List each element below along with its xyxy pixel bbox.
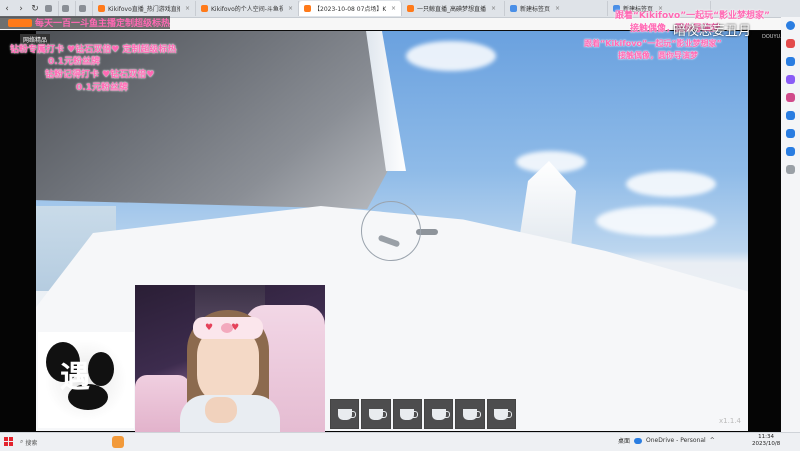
search-icon[interactable] [786,57,795,66]
close-tab-icon[interactable]: × [288,5,293,12]
taskbar-search[interactable]: ⌕ 搜索 [20,436,80,448]
hotbar-slot[interactable] [486,399,516,429]
ink-brush-logo: 遇 [38,332,134,428]
search-icon: ⌕ [20,438,24,445]
hotbar-slot[interactable] [455,399,485,429]
close-tab-icon[interactable]: × [555,5,560,12]
tab-favicon-icon [304,5,311,12]
tab-favicon-icon [62,5,69,12]
brand-text: 每天一百一斗鱼主播定制超级标热 [34,19,170,29]
shopping-icon[interactable] [786,39,795,48]
browser-tab[interactable] [42,1,59,16]
ink-blot [88,352,114,386]
refresh-icon[interactable]: ↻ [28,1,42,16]
onedrive-icon[interactable] [634,437,643,444]
cup-icon [494,408,513,420]
streamer-hand [205,397,237,423]
tab-favicon-icon [98,5,105,12]
logo-text: 遇 [60,360,90,395]
close-tab-icon[interactable]: × [185,5,190,12]
search-label: 搜索 [25,439,38,447]
windows-taskbar: ⌕ 搜索 桌面 OneDrive - Personal ^ 11:34 2023… [0,432,800,451]
overlay-text: 0.1元粉丝牌 [76,83,128,93]
tab-favicon-icon [510,5,517,12]
hotbar-slot[interactable] [392,399,422,429]
tab-favicon-icon [79,5,86,12]
cup-icon [400,408,419,420]
add-icon[interactable] [786,165,795,174]
tab-favicon-icon [45,5,52,12]
up-arrow-icon[interactable]: ^ [710,437,715,444]
inventory-hotbar [330,399,516,430]
close-tab-icon[interactable]: × [391,5,396,12]
overlay-text: 钻粉记得打卡 ♥钻石双倍♥ [45,70,155,80]
hotbar-slot[interactable] [361,399,391,429]
tab-favicon-icon [407,5,414,12]
watermark-text: 暗夜忘妄丑月 [673,24,752,39]
hotbar-slot[interactable] [330,399,360,429]
profile-icon[interactable] [786,21,795,30]
tab-label: Kikifovo的个人空间-斗鱼视频 [211,6,283,13]
tab-label: 一只鲸直播_高碘梦想直播 [417,6,487,13]
cup-icon [368,408,387,420]
hotbar-value: x1.1.4 [719,417,741,425]
games-icon[interactable] [786,75,795,84]
desktop-label[interactable]: 桌面 [618,436,630,445]
promo-text: 接触偶像，圆你导演梦 [618,51,698,60]
pig-nose-icon [221,323,233,333]
back-icon[interactable]: ‹ [0,1,14,16]
browser-sidebar [781,17,800,436]
douyu-logo-icon [8,18,32,27]
tab-label: 【2023-10-08 07点场】Kik [314,6,386,13]
browser-tab[interactable]: Kikifovo的个人空间-斗鱼视频 × [196,1,299,16]
system-tray: 桌面 OneDrive - Personal ^ [618,436,715,445]
browser-tab[interactable]: 【2023-10-08 07点场】Kik × [299,1,402,16]
brand-banner: 每天一百一斗鱼主播定制超级标热 [0,16,170,29]
cup-icon [337,408,356,420]
tools-icon[interactable] [786,93,795,102]
cup-icon [462,408,481,420]
start-button[interactable] [4,437,14,447]
browser-tab[interactable]: 一只鲸直播_高碘梦想直播 × [402,1,505,16]
close-tab-icon[interactable]: × [491,5,496,12]
cloud [406,41,496,71]
cloud [626,171,716,197]
outlook-icon[interactable] [786,129,795,138]
clock-time: 11:34 [758,434,775,440]
tab-label: Kikifovo直播_热门游戏直播_斗 [108,6,180,13]
browser-tab[interactable] [59,1,76,16]
hotbar-slot[interactable] [423,399,454,429]
onedrive-label[interactable]: OneDrive - Personal [646,437,706,444]
taskbar-clock[interactable]: 11:34 2023/10/8 [752,434,780,448]
tab-label: 新建标签页 [520,6,551,13]
promo-text: 跟着“Kikifovo”一起玩“影业梦想家” [584,39,722,48]
crosshair-ring [361,201,421,261]
cloud [596,206,716,236]
clock-date: 2023/10/8 [752,441,781,447]
browser-tab[interactable] [76,1,93,16]
browser-tab[interactable]: Kikifovo直播_热门游戏直播_斗 × [93,1,196,16]
cup-icon [431,408,450,420]
forward-icon[interactable]: › [14,1,28,16]
tab-favicon-icon [201,5,208,12]
overlay-text: 0.1元粉丝牌 [48,57,100,67]
browser-tab[interactable]: 新建标签页 × [505,1,608,16]
app-icon[interactable] [112,436,124,448]
sidebar-app-icon[interactable] [786,147,795,156]
office-icon[interactable] [786,111,795,120]
webcam-feed: ♥♥ [135,285,325,450]
